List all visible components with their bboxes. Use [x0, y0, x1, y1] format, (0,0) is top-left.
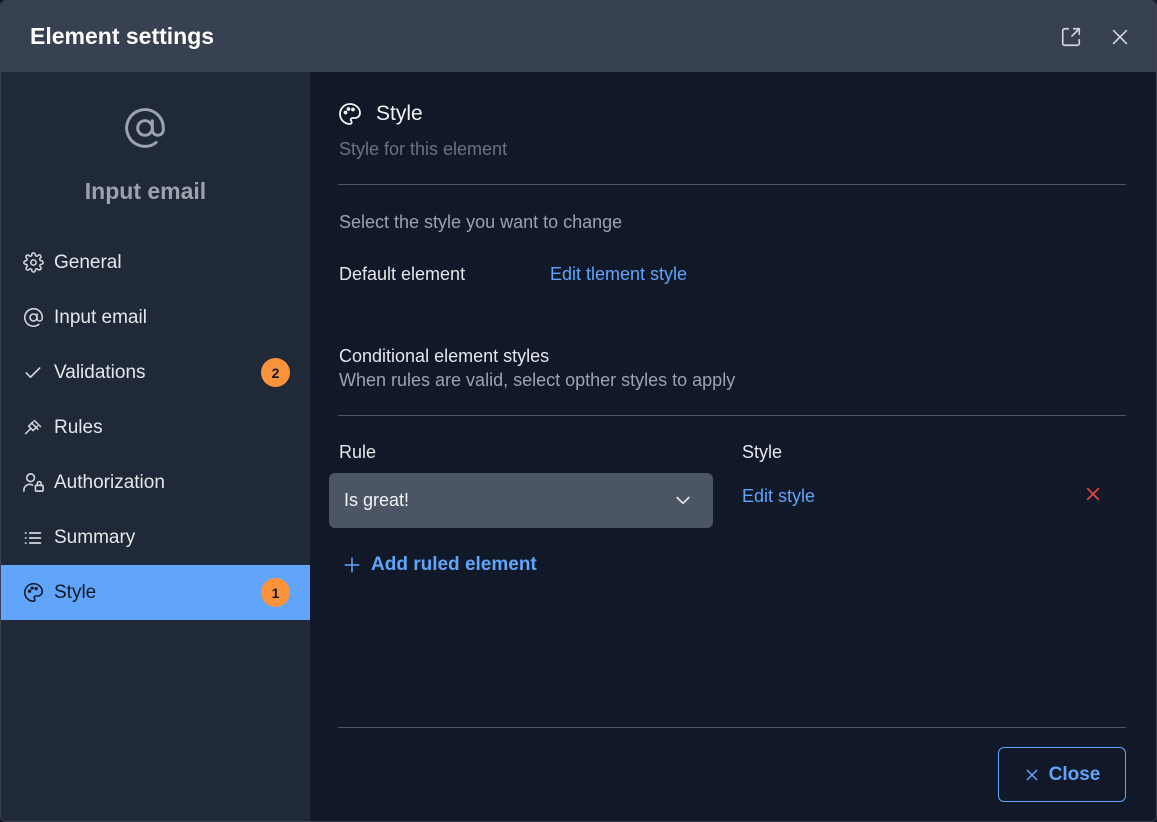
- divider: [338, 727, 1126, 728]
- dialog-title: Element settings: [30, 23, 215, 49]
- sidebar-item-label: General: [54, 251, 122, 273]
- sidebar-header: Input email: [1, 72, 310, 232]
- add-ruled-element-button[interactable]: Add ruled element: [343, 554, 537, 576]
- sidebar-item-authorization[interactable]: Authorization: [1, 455, 310, 510]
- section-header: Style: [338, 102, 423, 126]
- list-icon: [21, 526, 45, 550]
- divider: [338, 415, 1126, 416]
- close-button[interactable]: Close: [998, 747, 1126, 802]
- dialog-close-button[interactable]: [1108, 25, 1132, 49]
- default-element-label: Default element: [339, 264, 466, 284]
- rule-select[interactable]: Is great!: [329, 473, 713, 528]
- dialog-header: Element settings: [1, 1, 1156, 72]
- add-ruled-element-label: Add ruled element: [371, 554, 537, 575]
- close-icon: [1026, 769, 1038, 780]
- sidebar-item-style[interactable]: Style 1: [1, 565, 310, 620]
- section-title: Style: [376, 102, 423, 125]
- palette-icon: [21, 581, 45, 605]
- conditional-styles-title: Conditional element styles: [339, 346, 550, 366]
- sidebar-title: Input email: [84, 178, 207, 204]
- remove-rule-icon[interactable]: [1084, 485, 1102, 503]
- close-icon: [1112, 29, 1128, 45]
- user-lock-icon: [21, 471, 45, 495]
- rule-column-header: Rule: [339, 442, 377, 462]
- sidebar-item-label: Rules: [54, 416, 103, 438]
- sidebar-item-label: Input email: [54, 306, 147, 328]
- section-subtitle: Style for this element: [339, 139, 508, 159]
- sidebar-item-label: Summary: [54, 526, 136, 548]
- sidebar-item-general[interactable]: General: [1, 235, 310, 290]
- expand-button[interactable]: [1059, 25, 1083, 49]
- select-style-hint: Select the style you want to change: [339, 212, 623, 232]
- gear-icon: [21, 251, 45, 275]
- style-badge: 1: [261, 578, 290, 607]
- plus-icon: [344, 557, 360, 573]
- chevron-down-icon: [676, 496, 690, 505]
- palette-icon: [338, 102, 362, 126]
- element-settings-dialog: Element settings Input email General Inp…: [0, 0, 1157, 822]
- at-icon: [122, 105, 168, 151]
- sidebar-item-label: Style: [54, 581, 97, 603]
- sidebar-item-validations[interactable]: Validations 2: [1, 345, 310, 400]
- sidebar-item-label: Authorization: [54, 471, 165, 493]
- sidebar-item-input-email[interactable]: Input email: [1, 290, 310, 345]
- divider: [338, 184, 1126, 185]
- sidebar-nav: General Input email Validations 2 Rules …: [1, 235, 310, 620]
- gavel-icon: [21, 416, 45, 440]
- edit-element-style-link[interactable]: Edit tlement style: [550, 264, 687, 285]
- conditional-styles-subtitle: When rules are valid, select opther styl…: [339, 370, 736, 390]
- sidebar-item-rules[interactable]: Rules: [1, 400, 310, 455]
- close-button-label: Close: [1048, 763, 1101, 785]
- rule-select-value: Is great!: [344, 490, 410, 510]
- at-icon: [21, 306, 45, 330]
- main-panel: Style Style for this element Select the …: [310, 72, 1156, 821]
- edit-style-link[interactable]: Edit style: [742, 486, 815, 507]
- expand-icon: [1061, 27, 1081, 47]
- sidebar-item-summary[interactable]: Summary: [1, 510, 310, 565]
- style-column-header: Style: [742, 442, 783, 462]
- validations-badge: 2: [261, 358, 290, 387]
- check-icon: [21, 361, 45, 385]
- sidebar: Input email General Input email Validati…: [1, 72, 310, 821]
- sidebar-item-label: Validations: [54, 361, 146, 383]
